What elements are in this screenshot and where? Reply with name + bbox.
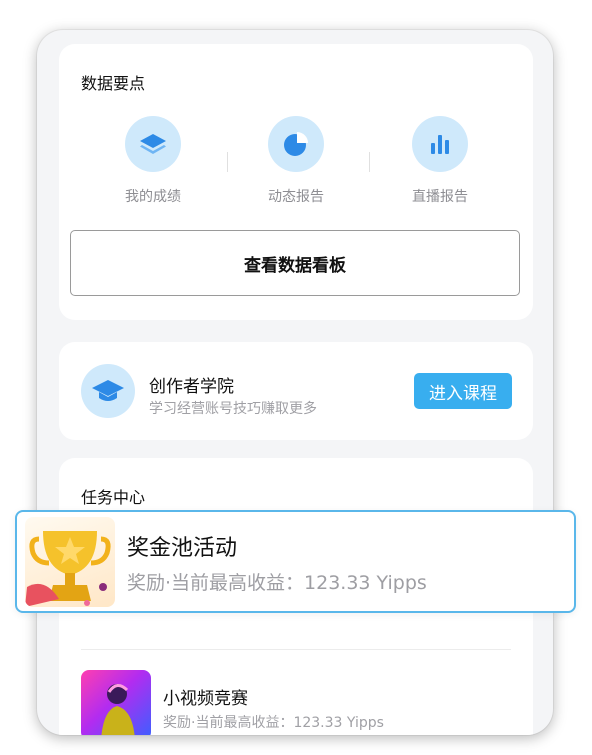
task-item-video-contest[interactable]: 小视频竞赛 奖励·当前最高收益：123.33 Yipps — [81, 670, 521, 735]
video-thumbnail — [81, 670, 151, 735]
layers-icon — [125, 116, 181, 172]
data-highlights-title: 数据要点 — [81, 74, 146, 93]
bar-chart-icon — [412, 116, 468, 172]
my-scores-item[interactable]: 我的成绩 — [98, 116, 208, 206]
divider — [227, 152, 228, 172]
view-dashboard-button[interactable]: 查看数据看板 — [70, 230, 520, 296]
academy-title: 创作者学院 — [149, 377, 234, 397]
divider — [81, 649, 511, 650]
divider — [369, 152, 370, 172]
data-highlights-card: 数据要点 我的成绩 动态报告 直播报告 查看数据看板 — [59, 44, 533, 320]
academy-subtitle: 学习经营账号技巧赚取更多 — [149, 401, 317, 417]
task-title: 小视频竞赛 — [163, 689, 248, 709]
task-item-bonus-pool[interactable]: 奖金池活动 奖励·当前最高收益：123.33 Yipps — [15, 510, 576, 613]
live-report-label: 直播报告 — [412, 189, 468, 205]
my-scores-label: 我的成绩 — [125, 189, 181, 205]
task-title: 奖金池活动 — [127, 536, 238, 561]
task-center-title: 任务中心 — [81, 488, 146, 507]
pie-chart-icon — [268, 116, 324, 172]
phone-screen: 数据要点 我的成绩 动态报告 直播报告 查看数据看板 创作者学院 学习经营账号技… — [37, 30, 553, 735]
dynamic-report-label: 动态报告 — [268, 189, 324, 205]
enter-course-button[interactable]: 进入课程 — [414, 373, 512, 409]
creator-academy-card: 创作者学院 学习经营账号技巧赚取更多 进入课程 — [59, 342, 533, 440]
task-subtitle: 奖励·当前最高收益：123.33 Yipps — [127, 572, 427, 594]
task-subtitle: 奖励·当前最高收益：123.33 Yipps — [163, 715, 384, 731]
dynamic-report-item[interactable]: 动态报告 — [241, 116, 351, 206]
trophy-image — [25, 517, 115, 607]
graduation-cap-icon — [81, 364, 135, 418]
live-report-item[interactable]: 直播报告 — [385, 116, 495, 206]
